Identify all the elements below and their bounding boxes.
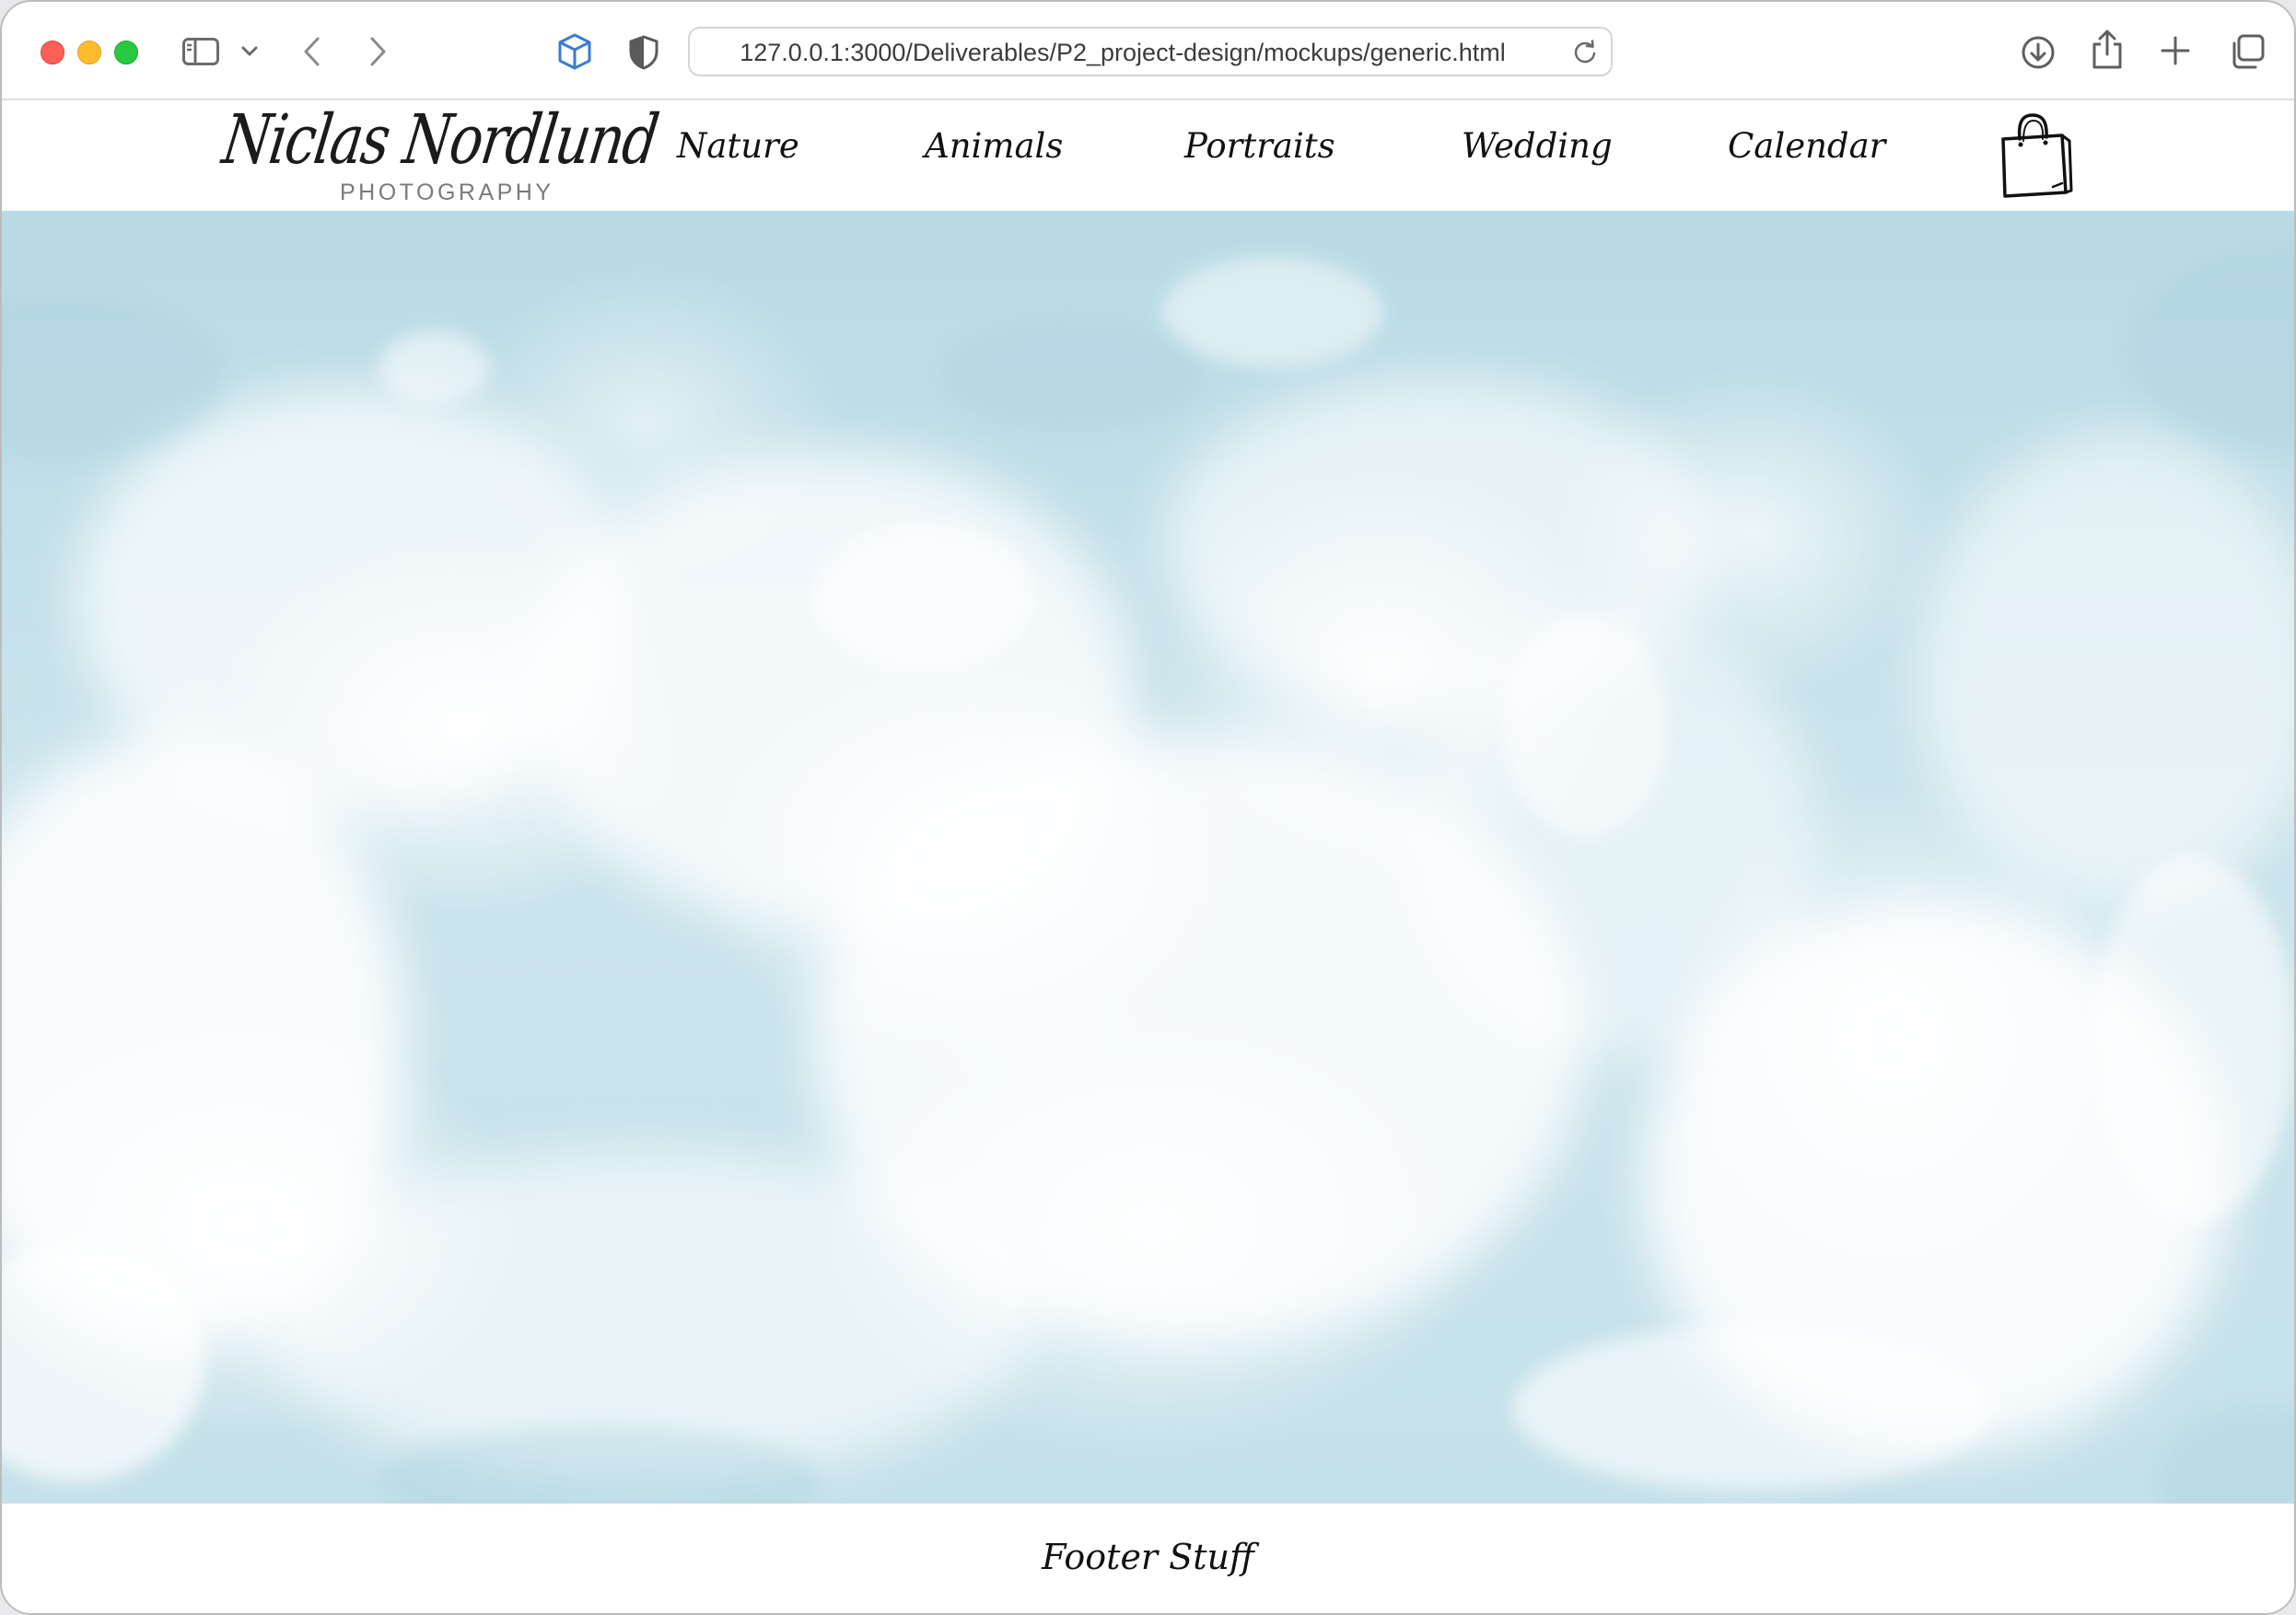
tabs-overview-icon[interactable] bbox=[2229, 33, 2266, 70]
cube-icon[interactable] bbox=[556, 32, 593, 71]
nav-item-nature[interactable]: Nature bbox=[677, 126, 799, 167]
shopping-bag-icon[interactable] bbox=[1996, 111, 2073, 203]
download-icon[interactable] bbox=[2021, 35, 2056, 70]
site-header: Niclas Nordlund PHOTOGRAPHY Nature Anima… bbox=[2, 100, 2294, 211]
plus-icon[interactable] bbox=[2160, 35, 2191, 66]
nav-item-portraits[interactable]: Portraits bbox=[1184, 126, 1335, 167]
url-text[interactable]: 127.0.0.1:3000/Deliverables/P2_project-d… bbox=[690, 29, 1556, 76]
share-icon[interactable] bbox=[2091, 29, 2124, 70]
shield-icon[interactable] bbox=[629, 35, 658, 70]
back-icon[interactable] bbox=[301, 35, 323, 68]
chevron-down-icon[interactable] bbox=[240, 45, 259, 58]
sidebar-icon[interactable] bbox=[182, 38, 219, 65]
logo-subtitle: PHOTOGRAPHY bbox=[340, 180, 554, 205]
nav-item-calendar[interactable]: Calendar bbox=[1728, 126, 1885, 167]
reload-icon[interactable] bbox=[1572, 40, 1598, 69]
browser-toolbar: 127.0.0.1:3000/Deliverables/P2_project-d… bbox=[2, 2, 2294, 100]
footer-text: Footer Stuff bbox=[1042, 1537, 1254, 1577]
nav-item-animals[interactable]: Animals bbox=[925, 126, 1063, 167]
close-window-button[interactable] bbox=[41, 41, 64, 64]
forward-icon[interactable] bbox=[367, 35, 389, 68]
hero-background bbox=[2, 211, 2294, 1504]
logo-signature[interactable]: Niclas Nordlund bbox=[218, 100, 662, 180]
site-footer: Footer Stuff bbox=[2, 1504, 2294, 1613]
watercolor-clouds bbox=[2, 248, 2294, 1504]
zoom-window-button[interactable] bbox=[114, 41, 138, 64]
minimize-window-button[interactable] bbox=[77, 41, 101, 64]
browser-window: 127.0.0.1:3000/Deliverables/P2_project-d… bbox=[0, 0, 2296, 1615]
nav-item-wedding[interactable]: Wedding bbox=[1462, 126, 1613, 167]
address-bar[interactable]: 127.0.0.1:3000/Deliverables/P2_project-d… bbox=[688, 27, 1613, 76]
